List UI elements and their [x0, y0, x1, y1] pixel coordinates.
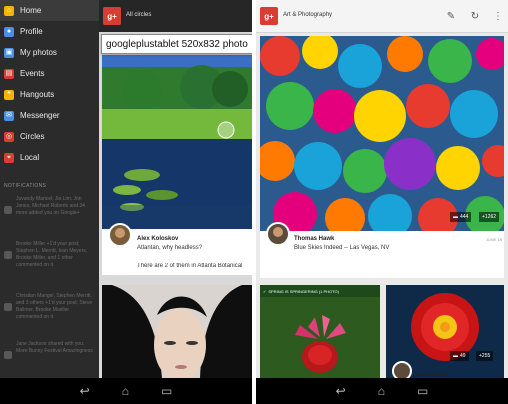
drawer-item-label: Local [20, 153, 40, 162]
overflow-menu-icon[interactable]: ⋮ [491, 9, 505, 23]
check-icon: ✓ [263, 288, 267, 294]
notification-item[interactable]: Christian Mangel, Stephen Merritt, and 3… [4, 293, 96, 321]
collection-label-text: SPRING IS SPRINGERING (1 PHOTO) [268, 288, 339, 294]
back-icon[interactable]: ↩ [80, 385, 90, 397]
post-card[interactable]: ▬ 49 +255 Karen Hutton [386, 285, 504, 378]
author-avatar[interactable] [266, 222, 290, 246]
glass-art-photo[interactable] [256, 33, 508, 238]
google-plus-logo[interactable]: g+ [103, 7, 121, 25]
drawer-item-label: Messenger [20, 111, 60, 120]
notification-item[interactable]: Juvandy Mancel, Jia Lim, Jon Jones, Mich… [4, 196, 96, 217]
home-nav-icon[interactable]: ⌂ [122, 385, 129, 397]
local-icon: ⌖ [4, 152, 14, 163]
notification-item[interactable]: Jane Jackson shared with you: More Bunny… [4, 341, 96, 359]
stream-title[interactable]: Art & Photography [283, 12, 332, 18]
back-icon[interactable]: ↩ [336, 385, 346, 397]
post-text: Blue Skies Indeed -- Las Vegas, NV [294, 245, 390, 251]
post-author[interactable]: Alex Koloskov [137, 236, 178, 242]
notification-item[interactable]: Brooke Miller +1'd your post; Stephen L.… [4, 241, 96, 269]
comment-count-value: 444 [460, 214, 469, 220]
events-icon: ▤ [4, 68, 14, 79]
home-icon: ⌂ [4, 5, 14, 16]
post-author[interactable]: Thomas Hawk [294, 236, 334, 242]
post-body: There are 2 of them in Atlanta Botanical [137, 263, 243, 269]
profile-icon: ● [4, 26, 14, 37]
navigation-drawer: ⌂ Home ● Profile ▣ My photos ▤ Events ❝ … [0, 0, 99, 378]
portrait-photo[interactable] [102, 285, 252, 378]
post-date: JUNE 19 [486, 237, 503, 242]
drawer-item-events[interactable]: ▤ Events [0, 63, 99, 84]
plus-one-count[interactable]: +1262 [479, 212, 500, 222]
refresh-icon[interactable]: ↻ [468, 9, 482, 23]
left-top-bar: g+ All circles [99, 0, 252, 32]
notification-icon [4, 251, 12, 259]
right-screen: g+ Art & Photography ✎ ↻ ⋮ ▬ 444 +1262 T… [256, 0, 508, 404]
plus-one-count[interactable]: +255 [476, 351, 494, 361]
comment-icon: ▬ [453, 214, 458, 220]
drawer-item-label: Profile [20, 27, 43, 36]
notification-icon [4, 206, 12, 214]
post-card[interactable]: ✓ SPRING IS SPRINGERING (1 PHOTO) [260, 285, 380, 378]
post-card[interactable]: ▬ 444 +1262 Thomas Hawk Blue Skies Indee… [256, 33, 508, 278]
post-headline: Atlantan, why headless? [137, 245, 203, 251]
drawer-item-label: Home [20, 6, 42, 15]
left-screen: ⌂ Home ● Profile ▣ My photos ▤ Events ❝ … [0, 0, 252, 404]
author-avatar[interactable] [392, 361, 412, 378]
drawer-item-home[interactable]: ⌂ Home [0, 0, 99, 21]
notification-icon [4, 303, 12, 311]
circles-icon: ◎ [4, 131, 14, 142]
drawer-item-label: My photos [20, 48, 57, 57]
drawer-item-local[interactable]: ⌖ Local [0, 147, 99, 168]
comment-count[interactable]: ▬ 444 [450, 212, 472, 222]
notification-text: Jane Jackson shared with you: More Bunny… [16, 341, 93, 354]
image-tooltip: googleplustablet 520x832 photo [101, 34, 252, 54]
post-card[interactable]: Alex Koloskov Atlantan, why headless? Th… [102, 55, 252, 275]
drawer-item-circles[interactable]: ◎ Circles [0, 126, 99, 147]
system-nav-bar: ↩ ⌂ ▭ [0, 378, 252, 404]
notification-text: Brooke Miller +1'd your post; Stephen L.… [16, 241, 88, 268]
circle-scope-selector[interactable]: All circles [126, 12, 151, 18]
drawer-item-my-photos[interactable]: ▣ My photos [0, 42, 99, 63]
garden-photo[interactable] [102, 55, 252, 229]
compose-icon[interactable]: ✎ [444, 9, 458, 23]
messenger-icon: ✉ [4, 110, 14, 121]
post-card[interactable] [102, 285, 252, 378]
drawer-item-hangouts[interactable]: ❝ Hangouts [0, 84, 99, 105]
comment-count[interactable]: ▬ 49 [450, 351, 469, 361]
drawer-item-messenger[interactable]: ✉ Messenger [0, 105, 99, 126]
comment-icon: ▬ [453, 353, 458, 359]
system-nav-bar: ↩ ⌂ ▭ [256, 378, 508, 404]
collection-label: ✓ SPRING IS SPRINGERING (1 PHOTO) [260, 285, 380, 297]
drawer-item-label: Circles [20, 132, 45, 141]
right-top-bar: g+ Art & Photography ✎ ↻ ⋮ [256, 0, 508, 33]
author-avatar[interactable] [108, 223, 132, 247]
drawer-item-label: Hangouts [20, 90, 55, 99]
google-plus-logo[interactable]: g+ [260, 7, 278, 25]
recent-apps-icon[interactable]: ▭ [417, 385, 428, 397]
photos-icon: ▣ [4, 47, 14, 58]
notifications-header: NOTIFICATIONS [4, 183, 47, 189]
drawer-item-profile[interactable]: ● Profile [0, 21, 99, 42]
hangouts-icon: ❝ [4, 89, 14, 100]
home-nav-icon[interactable]: ⌂ [378, 385, 385, 397]
drawer-item-label: Events [20, 69, 45, 78]
recent-apps-icon[interactable]: ▭ [161, 385, 172, 397]
notification-text: Juvandy Mancel, Jia Lim, Jon Jones, Mich… [16, 196, 85, 216]
notification-text: Christian Mangel, Stephen Merritt, and 3… [16, 293, 93, 320]
comment-count-value: 49 [460, 353, 466, 359]
flower-photo[interactable] [260, 297, 380, 378]
notification-icon [4, 351, 12, 359]
